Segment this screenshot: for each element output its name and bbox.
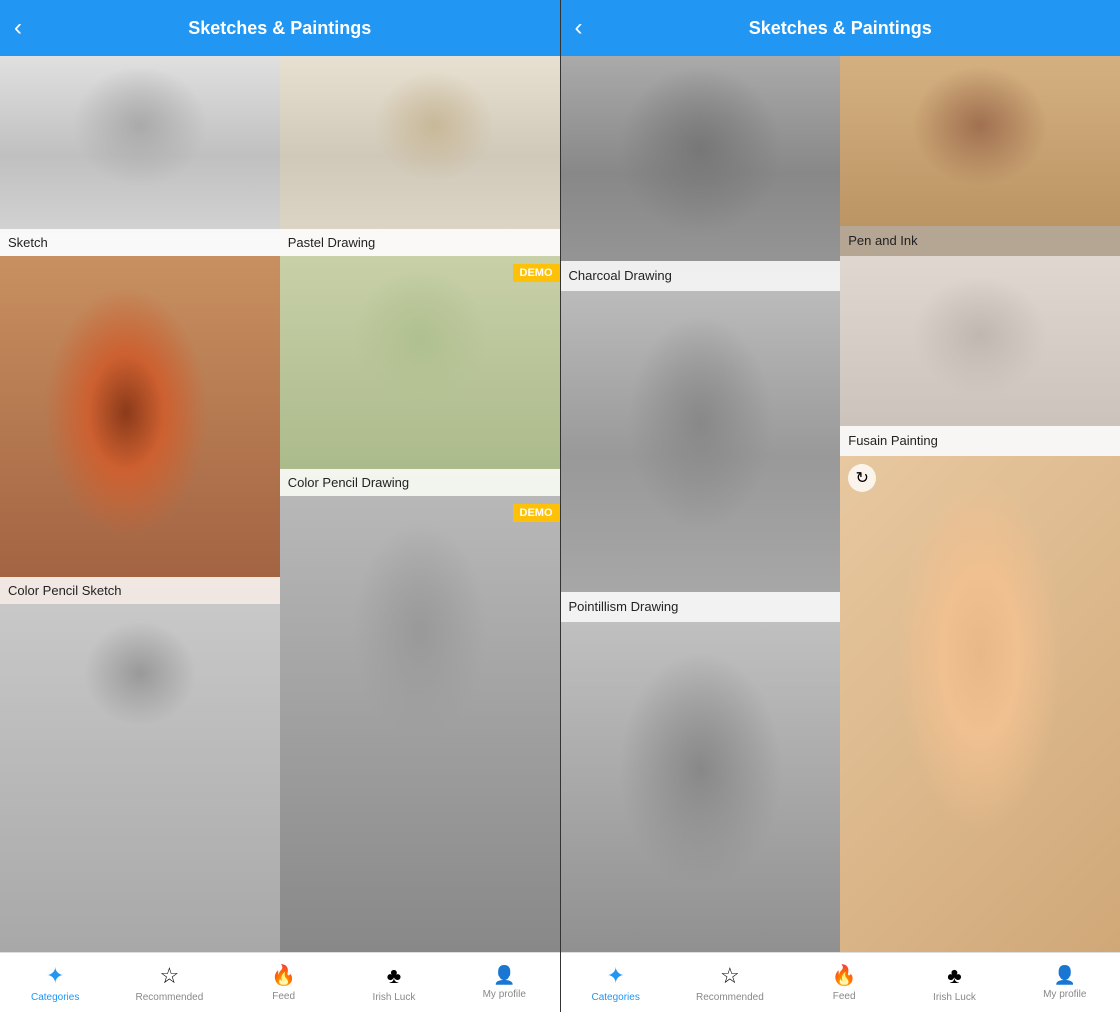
color-pencil-sketch-item[interactable]: Color Pencil Sketch [0, 256, 280, 604]
right-bottom-sketch-item[interactable] [561, 622, 841, 953]
right-nav-categories[interactable]: ✦ Categories [586, 963, 646, 1003]
nav-my-profile[interactable]: 👤 My profile [474, 965, 534, 1000]
color-pencil-label: Color Pencil Drawing [280, 469, 560, 496]
fusain-item[interactable]: Fusain Painting [840, 256, 1120, 456]
bottom-right-top-item[interactable]: DEMO [280, 496, 560, 952]
charcoal-label: Charcoal Drawing [569, 268, 672, 283]
left-header: ‹ Sketches & Paintings [0, 0, 560, 56]
right-categories-label: Categories [591, 992, 639, 1003]
spin-icon: ↻ [848, 464, 876, 492]
nav-categories[interactable]: ✦ Categories [25, 963, 85, 1003]
colorful-item[interactable]: ↻ [840, 456, 1120, 952]
right-irish-luck-icon: ♣ [947, 963, 961, 989]
irish-luck-label: Irish Luck [373, 992, 416, 1003]
bottom-left-item[interactable] [0, 604, 280, 952]
left-header-title: Sketches & Paintings [188, 18, 371, 39]
right-feed-label: Feed [833, 991, 856, 1002]
recommended-label: Recommended [135, 992, 203, 1003]
my-profile-icon: 👤 [493, 965, 515, 986]
color-pencil-sketch-label: Color Pencil Sketch [0, 577, 280, 604]
pointillism-label: Pointillism Drawing [569, 599, 679, 614]
nav-feed[interactable]: 🔥 Feed [254, 963, 314, 1002]
right-recommended-label: Recommended [696, 992, 764, 1003]
right-my-profile-icon: 👤 [1054, 965, 1076, 986]
right-feed-icon: 🔥 [832, 963, 857, 988]
right-categories-icon: ✦ [606, 963, 624, 989]
charcoal-item[interactable]: Charcoal Drawing [561, 56, 841, 291]
pen-ink-label: Pen and Ink [848, 233, 917, 248]
fusain-label: Fusain Painting [848, 433, 938, 448]
nav-irish-luck[interactable]: ♣ Irish Luck [364, 963, 424, 1003]
right-nav-my-profile[interactable]: 👤 My profile [1035, 965, 1095, 1000]
right-header-title: Sketches & Paintings [749, 18, 932, 39]
pointillism-item[interactable]: Pointillism Drawing [561, 291, 841, 622]
right-bottom-nav: ✦ Categories ☆ Recommended 🔥 Feed ♣ Iris… [561, 952, 1120, 1012]
right-nav-irish-luck[interactable]: ♣ Irish Luck [924, 963, 984, 1003]
bottom-right-demo-badge: DEMO [513, 504, 560, 522]
left-bottom-nav: ✦ Categories ☆ Recommended 🔥 Feed ♣ Iris… [0, 952, 560, 1012]
sketch-item[interactable]: Sketch [0, 56, 280, 256]
pen-ink-item[interactable]: Pen and Ink [840, 56, 1120, 256]
feed-label: Feed [272, 991, 295, 1002]
right-content: Charcoal Drawing Pointillism Drawing [561, 56, 1120, 952]
categories-label: Categories [31, 992, 79, 1003]
recommended-icon: ☆ [160, 963, 180, 989]
nav-recommended[interactable]: ☆ Recommended [135, 963, 203, 1003]
right-nav-recommended[interactable]: ☆ Recommended [696, 963, 764, 1003]
feed-icon: 🔥 [271, 963, 296, 988]
right-header: ‹ Sketches & Paintings [561, 0, 1120, 56]
my-profile-label: My profile [483, 989, 526, 1000]
color-pencil-item[interactable]: DEMO Color Pencil Drawing [280, 256, 560, 496]
left-phone-panel: ‹ Sketches & Paintings Sketch Color Penc… [0, 0, 560, 1012]
pastel-item[interactable]: Pastel Drawing [280, 56, 560, 256]
categories-icon: ✦ [46, 963, 64, 989]
right-irish-luck-label: Irish Luck [933, 992, 976, 1003]
irish-luck-icon: ♣ [387, 963, 401, 989]
left-content: Sketch Color Pencil Sketch Pas [0, 56, 560, 952]
right-back-button[interactable]: ‹ [575, 14, 583, 42]
pastel-label: Pastel Drawing [280, 229, 560, 256]
right-phone-panel: ‹ Sketches & Paintings Charcoal Drawing … [561, 0, 1120, 1012]
right-recommended-icon: ☆ [720, 963, 740, 989]
right-nav-feed[interactable]: 🔥 Feed [814, 963, 874, 1002]
left-back-button[interactable]: ‹ [14, 14, 22, 42]
right-my-profile-label: My profile [1043, 989, 1086, 1000]
sketch-label: Sketch [0, 229, 280, 256]
